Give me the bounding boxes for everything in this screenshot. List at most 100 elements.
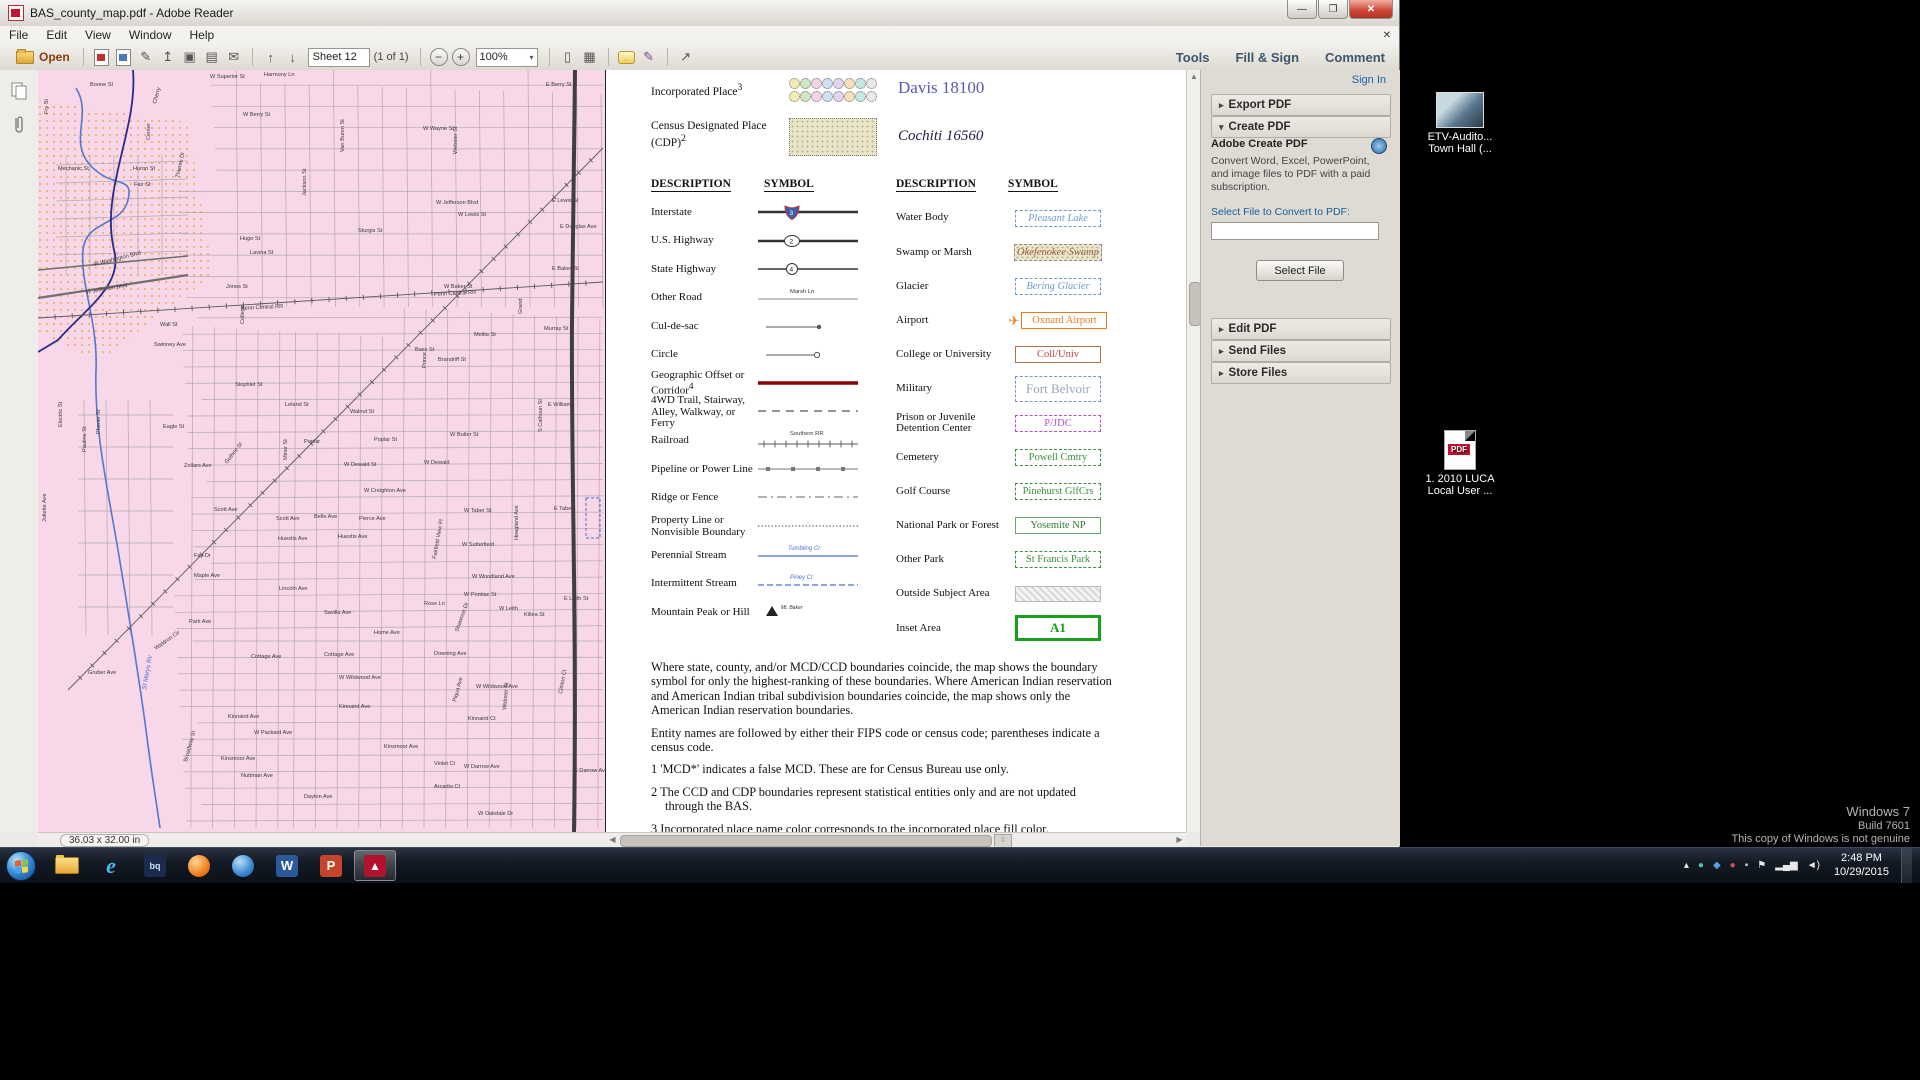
street-label: Miner St [283,439,289,460]
menu-window[interactable]: Window [120,28,181,42]
convert-file-input[interactable] [1211,222,1379,241]
taskbar-app-adobe-reader[interactable]: ▲ [354,850,396,881]
close-button[interactable]: ✕ [1349,0,1393,19]
section-edit-pdf[interactable]: ▸ Edit PDF [1211,318,1391,340]
tray-app-icon-3[interactable]: ● [1730,860,1736,871]
next-page-icon[interactable]: ↓ [282,47,304,67]
edit-tool-icon[interactable]: ✎ [135,47,157,67]
street-label: Pauline St [82,426,88,452]
taskbar-app-powerpoint[interactable]: P [310,850,352,881]
desktop-icon-luca-pdf[interactable]: 1. 2010 LUCA Local User ... [1424,430,1496,497]
tray-app-icon-2[interactable]: ◆ [1713,860,1721,871]
legend-symbol-box: Fort Belvoir [1015,376,1101,403]
street-label: W Superior St [210,74,245,80]
legend-description: Glacier [896,279,929,292]
street-label: Lavina St [250,250,274,256]
zoom-in-button[interactable]: + [451,48,470,66]
attachments-paperclip-icon[interactable] [9,115,29,138]
action-center-flag-icon[interactable]: ⚑ [1757,860,1766,871]
street-label: Kinnaird Ave [228,714,259,720]
taskbar-app-word[interactable]: W [266,850,308,881]
menu-view[interactable]: View [76,28,120,42]
marquee-zoom-icon[interactable]: ▦ [579,47,601,67]
taskbar-clock[interactable]: 2:48 PM 10/29/2015 [1834,852,1889,880]
zoom-out-button[interactable]: − [429,48,448,66]
menu-file[interactable]: File [0,28,37,42]
menu-edit[interactable]: Edit [37,28,76,42]
print-icon[interactable]: ▤ [201,47,223,67]
section-store-files[interactable]: ▸ Store Files [1211,362,1391,384]
street-label: Electric St [58,401,64,427]
taskbar-app-windows-explorer[interactable] [46,850,88,881]
fill-sign-pen-icon[interactable]: ✎ [638,47,660,67]
section-export-pdf[interactable]: ▸ Export PDF [1211,94,1391,116]
street-label: Walnut St [350,409,374,415]
sign-in-link[interactable]: Sign In [1352,74,1386,86]
open-button[interactable]: Open [10,48,76,66]
create-pdf-icon[interactable] [91,47,113,67]
tray-app-icon-4[interactable]: ▪ [1745,860,1749,871]
fullscreen-icon[interactable]: ↗ [675,47,697,67]
email-icon[interactable]: ✉ [223,47,245,67]
save-icon[interactable]: ▣ [179,47,201,67]
page-number-input[interactable]: Sheet 12 [307,47,370,67]
street-label: S Calhoun St [538,399,544,432]
share-icon[interactable]: ↥ [157,47,179,67]
desktop-icon-etv[interactable]: ETV-Audito... Town Hall (... [1424,92,1496,155]
place-fill-swatch [800,78,811,89]
menubar-close-icon[interactable]: ✕ [1383,30,1391,41]
legend-description: Pipeline or Power Line [651,462,753,475]
legend-row: 4WD Trail, Stairway, Alley, Walkway, or … [651,394,866,429]
start-button[interactable] [6,851,36,881]
zoom-level-select[interactable]: 100% ▾ [475,47,538,67]
pdf-legend-page[interactable]: Incorporated Place3 Davis 18100 Census D… [606,70,1186,832]
street-label: Savilla Ave [324,610,351,616]
street-label: E Taber [554,506,573,512]
menu-help[interactable]: Help [181,28,224,42]
county-map: Boone StFry StCherryCenterW Superior St H… [37,69,608,833]
legend-description: Other Road [651,291,703,304]
legend-notes: Where state, county, and/or MCD/CCD boun… [651,660,1113,832]
scrollbar-grip[interactable]: ⁞⁞ [994,834,1012,848]
show-desktop-button[interactable] [1901,848,1912,883]
pdf-map-page[interactable]: Boone St Fry St Cherry Center W Superior St H… [37,69,608,833]
taskbar-app-browser-orange[interactable] [178,850,220,881]
section-create-pdf[interactable]: ▾ Create PDF [1211,116,1391,138]
taskbar-app-app-blue[interactable] [222,850,264,881]
minimize-button[interactable]: — [1287,0,1317,19]
tools-tab[interactable]: Tools [1176,50,1210,65]
fill-sign-tab[interactable]: Fill & Sign [1235,50,1299,65]
horizontal-scrollbar-thumb[interactable] [620,835,992,847]
street-label: W Packard Ave [254,730,292,736]
legend-symbol: Tumbling Cr [758,541,863,569]
street-label: Phenie St [96,409,102,434]
page-thumbnails-icon[interactable] [9,82,29,103]
taskbar-app-internet-explorer[interactable]: e [90,850,132,881]
street-label: Kinnaird Ct [468,716,496,722]
tray-app-icon-1[interactable]: ● [1698,860,1704,871]
street-label: Prince [422,352,428,368]
scroll-right-icon[interactable]: ▶ [1173,833,1186,847]
word-icon: W [276,854,298,877]
taskbar-app-app-dark-tile[interactable]: bq [134,850,176,881]
select-file-button[interactable]: Select File [1256,260,1344,282]
hidden-icons-arrow[interactable]: ▴ [1684,860,1689,871]
scroll-up-icon[interactable]: ▲ [1187,70,1201,83]
title-bar[interactable]: BAS_county_map.pdf - Adobe Reader — ❐ ✕ [0,0,1399,27]
comment-tab[interactable]: Comment [1325,50,1385,65]
volume-icon[interactable]: ◄) [1807,860,1820,871]
comment-bubble-icon[interactable] [616,47,638,67]
legend-description: Circle [651,348,678,361]
restore-button[interactable]: ❐ [1318,0,1348,19]
legend-row: Outside Subject Area [896,577,1158,611]
horizontal-scrollbar[interactable]: ◀ ⁞⁞ ▶ [606,833,1186,848]
scroll-mode-icon[interactable]: ▯ [557,47,579,67]
export-pdf-icon[interactable] [113,47,135,67]
street-label: Arcadia Ct [434,784,461,790]
network-icon[interactable]: ▂▄▆ [1775,860,1797,871]
vertical-scrollbar[interactable]: ▲ [1186,70,1201,832]
previous-page-icon[interactable]: ↑ [260,47,282,67]
legend-row: Airport ✈ Oxnard Airport [896,304,1158,338]
scroll-left-icon[interactable]: ◀ [606,833,619,847]
section-send-files[interactable]: ▸ Send Files [1211,340,1391,362]
